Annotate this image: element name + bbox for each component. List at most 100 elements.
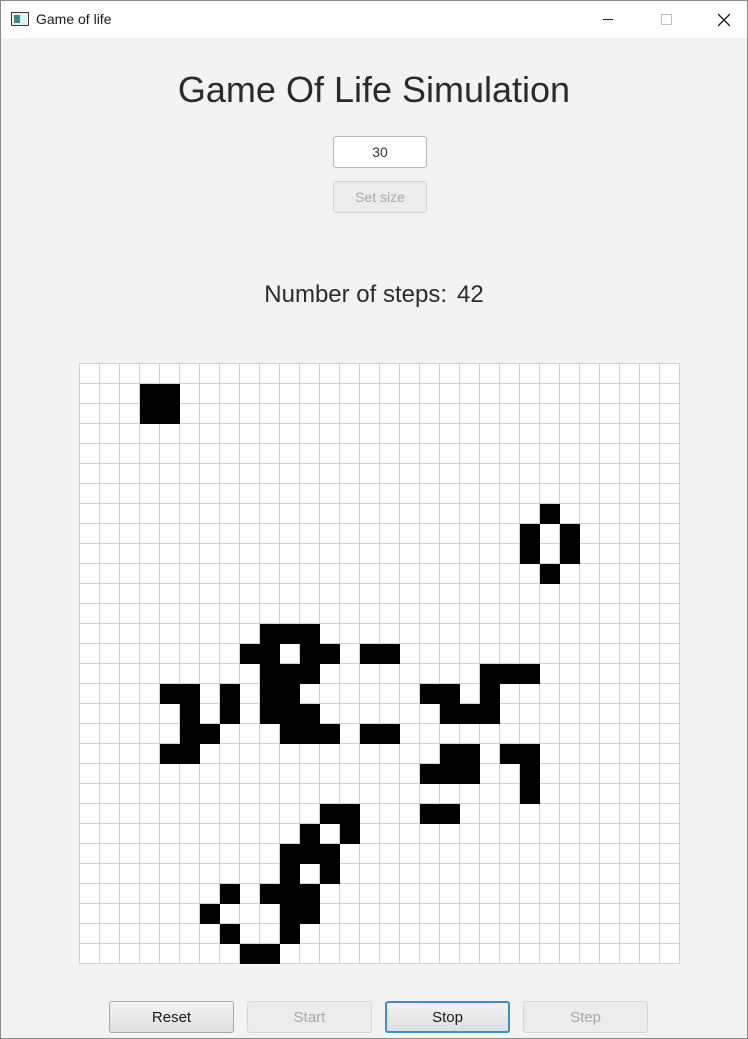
grid-cell[interactable] xyxy=(640,564,660,584)
grid-cell[interactable] xyxy=(360,484,380,504)
grid-cell-alive[interactable] xyxy=(460,744,480,764)
grid-cell[interactable] xyxy=(360,664,380,684)
grid-cell-alive[interactable] xyxy=(280,844,300,864)
grid-cell[interactable] xyxy=(480,544,500,564)
grid-cell[interactable] xyxy=(180,904,200,924)
grid-cell[interactable] xyxy=(580,524,600,544)
grid-cell[interactable] xyxy=(420,864,440,884)
grid-cell[interactable] xyxy=(640,744,660,764)
grid-cell[interactable] xyxy=(80,944,100,964)
grid-cell-alive[interactable] xyxy=(260,624,280,644)
grid-cell[interactable] xyxy=(320,564,340,584)
grid-cell[interactable] xyxy=(460,464,480,484)
grid-cell[interactable] xyxy=(80,384,100,404)
grid-cell[interactable] xyxy=(500,724,520,744)
grid-cell[interactable] xyxy=(380,924,400,944)
grid-cell[interactable] xyxy=(600,604,620,624)
grid-cell[interactable] xyxy=(360,604,380,624)
grid-cell-alive[interactable] xyxy=(260,664,280,684)
grid-cell[interactable] xyxy=(600,384,620,404)
grid-cell[interactable] xyxy=(180,424,200,444)
grid-cell[interactable] xyxy=(640,644,660,664)
grid-cell[interactable] xyxy=(500,704,520,724)
grid-cell[interactable] xyxy=(460,864,480,884)
grid-cell-alive[interactable] xyxy=(300,704,320,724)
grid-cell[interactable] xyxy=(400,524,420,544)
grid-cell-alive[interactable] xyxy=(140,384,160,404)
grid-cell[interactable] xyxy=(500,564,520,584)
grid-cell[interactable] xyxy=(480,564,500,584)
grid-cell[interactable] xyxy=(240,504,260,524)
grid-cell[interactable] xyxy=(380,804,400,824)
start-button[interactable]: Start xyxy=(247,1001,372,1033)
life-grid[interactable] xyxy=(79,363,680,964)
grid-cell[interactable] xyxy=(360,744,380,764)
grid-cell[interactable] xyxy=(400,644,420,664)
grid-cell[interactable] xyxy=(620,804,640,824)
grid-cell[interactable] xyxy=(140,524,160,544)
grid-cell[interactable] xyxy=(120,684,140,704)
grid-cell[interactable] xyxy=(560,684,580,704)
grid-cell[interactable] xyxy=(480,884,500,904)
grid-cell[interactable] xyxy=(420,724,440,744)
grid-cell[interactable] xyxy=(140,884,160,904)
grid-cell[interactable] xyxy=(440,944,460,964)
grid-cell[interactable] xyxy=(120,904,140,924)
grid-cell[interactable] xyxy=(280,384,300,404)
grid-cell[interactable] xyxy=(180,864,200,884)
grid-cell[interactable] xyxy=(440,624,460,644)
grid-cell[interactable] xyxy=(120,584,140,604)
grid-cell[interactable] xyxy=(540,804,560,824)
grid-cell-alive[interactable] xyxy=(300,844,320,864)
grid-cell[interactable] xyxy=(100,584,120,604)
grid-cell[interactable] xyxy=(560,404,580,424)
grid-cell[interactable] xyxy=(200,924,220,944)
grid-cell[interactable] xyxy=(500,944,520,964)
grid-cell[interactable] xyxy=(640,664,660,684)
grid-cell[interactable] xyxy=(400,884,420,904)
grid-cell[interactable] xyxy=(300,584,320,604)
grid-cell[interactable] xyxy=(460,784,480,804)
grid-cell[interactable] xyxy=(320,744,340,764)
grid-cell[interactable] xyxy=(640,624,660,644)
grid-cell[interactable] xyxy=(100,744,120,764)
grid-cell[interactable] xyxy=(180,784,200,804)
grid-cell[interactable] xyxy=(580,864,600,884)
grid-cell[interactable] xyxy=(500,484,520,504)
grid-cell[interactable] xyxy=(220,424,240,444)
grid-cell-alive[interactable] xyxy=(420,764,440,784)
grid-cell[interactable] xyxy=(620,744,640,764)
grid-cell[interactable] xyxy=(440,644,460,664)
grid-cell[interactable] xyxy=(380,564,400,584)
grid-cell[interactable] xyxy=(540,424,560,444)
grid-cell[interactable] xyxy=(480,604,500,624)
grid-cell[interactable] xyxy=(600,924,620,944)
grid-cell[interactable] xyxy=(380,424,400,444)
grid-cell[interactable] xyxy=(220,744,240,764)
grid-cell[interactable] xyxy=(340,544,360,564)
grid-cell[interactable] xyxy=(80,724,100,744)
grid-cell[interactable] xyxy=(480,444,500,464)
grid-cell[interactable] xyxy=(140,764,160,784)
grid-cell[interactable] xyxy=(300,544,320,564)
grid-cell[interactable] xyxy=(120,724,140,744)
grid-cell[interactable] xyxy=(480,844,500,864)
grid-cell[interactable] xyxy=(140,544,160,564)
grid-cell[interactable] xyxy=(340,624,360,644)
grid-cell[interactable] xyxy=(320,884,340,904)
grid-cell[interactable] xyxy=(480,584,500,604)
grid-cell[interactable] xyxy=(200,864,220,884)
grid-cell[interactable] xyxy=(660,584,680,604)
grid-cell[interactable] xyxy=(520,724,540,744)
grid-cell[interactable] xyxy=(160,864,180,884)
grid-cell[interactable] xyxy=(600,444,620,464)
grid-cell[interactable] xyxy=(260,484,280,504)
grid-cell[interactable] xyxy=(80,504,100,524)
grid-cell[interactable] xyxy=(460,844,480,864)
grid-cell[interactable] xyxy=(400,904,420,924)
grid-cell[interactable] xyxy=(280,804,300,824)
grid-cell[interactable] xyxy=(400,804,420,824)
grid-cell[interactable] xyxy=(480,624,500,644)
grid-cell[interactable] xyxy=(420,364,440,384)
grid-cell[interactable] xyxy=(360,784,380,804)
